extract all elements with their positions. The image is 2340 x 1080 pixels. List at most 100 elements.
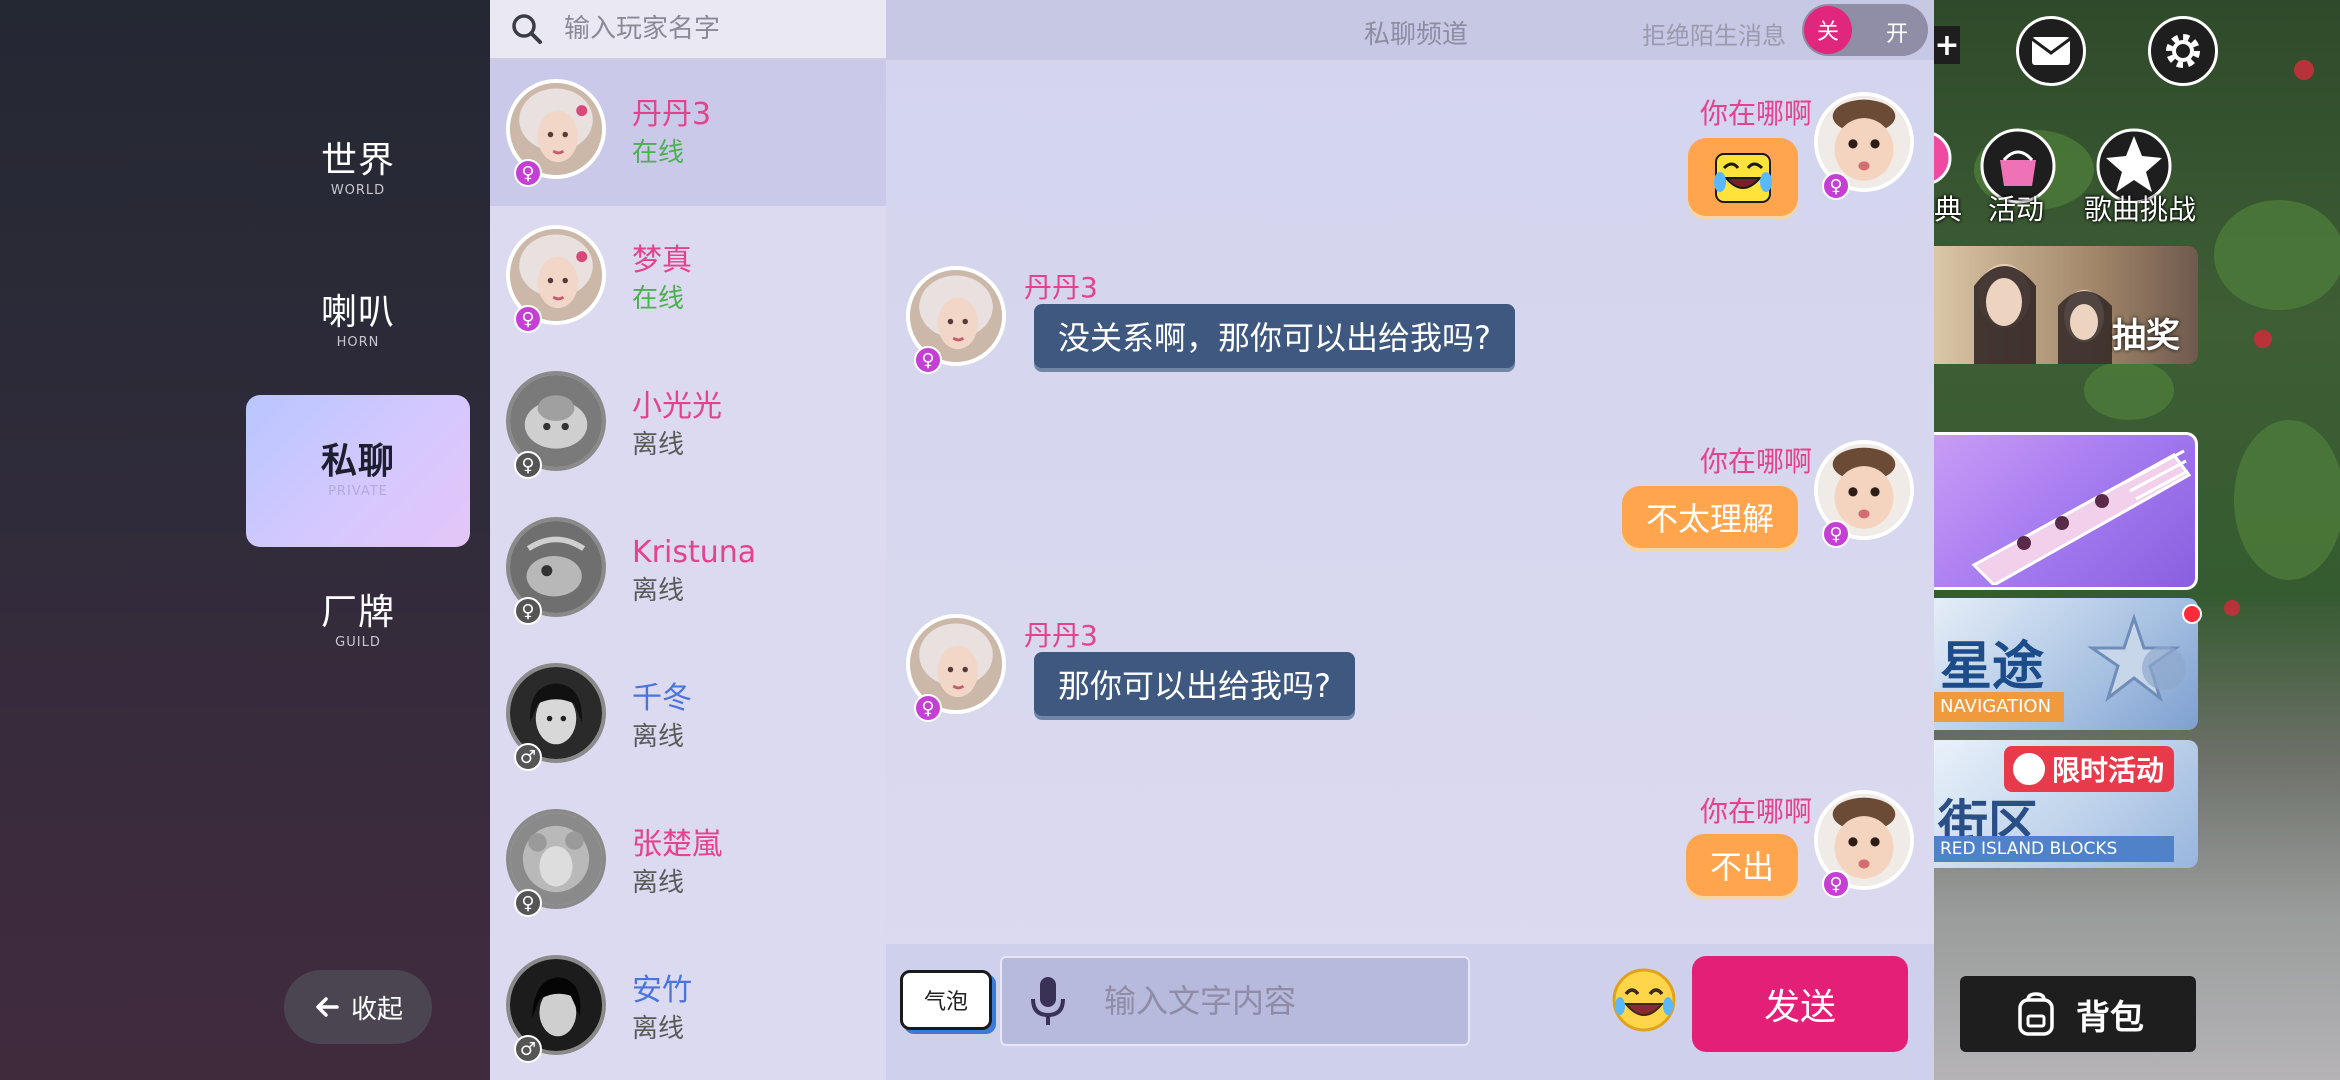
street-blocks-banner[interactable]: 限时活动 街区 RED ISLAND BLOCKS [1934,740,2198,868]
channel-sidebar: 世界 WORLD 喇叭 HORN 私聊 PRIVATE 厂牌 GUILD 收起 [0,0,490,1080]
contact-row[interactable]: ♀ 丹丹3 在线 [490,60,886,206]
channel-tab-sublabel: PRIVATE [328,484,388,499]
menu-classic-label[interactable]: 典 [1934,188,1962,228]
contact-row[interactable]: ♀ 小光光 离线 [490,352,886,498]
contact-status: 离线 [632,576,685,606]
lottery-label: 抽奖 [2112,316,2180,356]
search-icon [512,14,542,44]
chat-message-self: 你在哪啊 ♀ 不出 [1314,790,1934,910]
reject-strangers-label: 拒绝陌生消息 [1642,22,1786,50]
contact-avatar: ♀ [906,614,1014,722]
message-bubble: 那你可以出给我吗? [1034,652,1355,716]
gear-icon [2166,34,2200,68]
contact-name: Kristuna [632,535,757,570]
keyboard-image [1971,449,2192,587]
collapse-label: 收起 [350,994,403,1025]
channel-tab-world[interactable]: 世界 WORLD [246,94,470,246]
channel-tab-label: 私聊 [320,441,395,482]
male-icon: ♂ [514,743,542,771]
channel-tab-horn[interactable]: 喇叭 HORN [246,246,470,398]
contact-avatar: ♂ [506,663,614,771]
message-sender: 你在哪啊 [1699,97,1812,130]
contact-row[interactable]: ♂ 安竹 离线 [490,936,886,1080]
contact-row[interactable]: ♀ Kristuna 离线 [490,498,886,644]
bubble-style-button[interactable]: 气泡 [900,970,992,1030]
female-icon: ♀ [1822,870,1850,898]
mail-button[interactable] [2016,16,2086,86]
channel-tab-label: 喇叭 [320,292,395,333]
player-search-input[interactable] [562,13,862,45]
send-button[interactable]: 发送 [1692,956,1908,1052]
backpack-button[interactable]: 背包 [1960,976,2196,1052]
chat-message-other: ♀ 丹丹3 那你可以出给我吗? [886,614,1586,734]
contact-list: ♀ 丹丹3 在线 ♀ 梦真 在线 ♀ 小光光 离线 [490,0,886,1080]
chat-message-self: 你在哪啊 ♀ [1314,92,1934,222]
microphone-icon[interactable] [1028,975,1068,1027]
message-bubble [1688,138,1798,216]
female-icon: ♀ [914,346,942,374]
plus-icon[interactable]: + [1934,26,1960,64]
message-bubble: 不太理解 [1621,486,1798,548]
contact-name: 小光光 [632,389,722,424]
lottery-banner[interactable]: 抽奖 [1934,246,2198,364]
chat-message-other: ♀ 丹丹3 没关系啊，那你可以出给我吗? [886,266,1586,386]
toggle-on-label: 开 [1885,22,1908,47]
female-icon: ♀ [514,451,542,479]
channel-tab-sublabel: GUILD [335,635,381,650]
contact-row[interactable]: ♀ 张楚嵐 离线 [490,790,886,936]
star-trophy-icon [2087,613,2186,703]
channel-tab-label: 世界 [320,140,395,181]
contact-avatar: ♂ [506,955,614,1063]
mail-icon [2031,37,2071,65]
contact-avatar: ♀ [506,371,614,479]
star-subtitle: NAVIGATION [1934,692,2064,722]
message-bubble: 没关系啊，那你可以出给我吗? [1034,304,1515,368]
contact-status: 离线 [632,868,685,898]
private-chat-panel: 私聊频道 拒绝陌生消息 关 开 你在哪啊 ♀ ♀ 丹丹3 没关系啊，那你可以出给… [886,0,1934,1080]
female-icon: ♀ [514,159,542,187]
arrow-left-icon [316,997,339,1017]
contact-row[interactable]: ♂ 千冬 离线 [490,644,886,790]
contact-avatar: ♀ [506,79,614,187]
self-avatar: ♀ [1814,790,1922,898]
male-icon: ♂ [514,1035,542,1063]
toggle-off-knob: 关 [1804,6,1852,54]
message-sender: 你在哪啊 [1699,445,1812,478]
contact-name: 张楚嵐 [632,827,722,862]
channel-tab-private[interactable]: 私聊 PRIVATE [246,395,470,547]
emoji-icon[interactable] [1610,966,1678,1034]
collapse-button[interactable]: 收起 [284,970,432,1044]
message-input[interactable] [1102,981,1462,1021]
street-subtitle: RED ISLAND BLOCKS [1934,836,2174,862]
backpack-label: 背包 [2076,997,2144,1038]
star-title: 星途 [1940,637,2045,697]
female-icon: ♀ [514,597,542,625]
chat-message-self: 你在哪啊 ♀ 不太理解 [1314,440,1934,560]
channel-tab-guild[interactable]: 厂牌 GUILD [246,546,470,698]
chat-header: 私聊频道 拒绝陌生消息 关 开 [886,0,1934,60]
player-search-bar [490,0,886,60]
contact-status: 离线 [632,430,685,460]
contact-row[interactable]: ♀ 梦真 在线 [490,206,886,352]
female-icon: ♀ [514,889,542,917]
piano-event-banner[interactable] [1934,432,2198,590]
channel-tab-label: 厂牌 [320,592,395,633]
contact-status: 在线 [632,138,685,168]
contact-status: 离线 [632,1014,685,1044]
self-avatar: ♀ [1814,440,1922,548]
message-bubble: 不出 [1685,834,1798,896]
message-sender: 丹丹3 [1024,271,1098,304]
channel-tab-sublabel: HORN [336,335,380,350]
reject-strangers-toggle[interactable]: 关 开 [1802,4,1928,56]
contact-name: 安竹 [632,973,692,1008]
menu-song-challenge-label[interactable]: 歌曲挑战 [2084,188,2196,228]
menu-activity-label[interactable]: 活动 [1988,188,2044,228]
star-navigation-banner[interactable]: 星途 NAVIGATION [1934,598,2198,730]
female-icon: ♀ [1822,520,1850,548]
message-sender: 你在哪啊 [1699,795,1812,828]
message-sender: 丹丹3 [1024,619,1098,652]
chat-input-bar: 气泡 发送 [886,944,1934,1080]
female-icon: ♀ [1822,172,1850,200]
contact-name: 梦真 [632,243,692,278]
settings-button[interactable] [2148,16,2218,86]
